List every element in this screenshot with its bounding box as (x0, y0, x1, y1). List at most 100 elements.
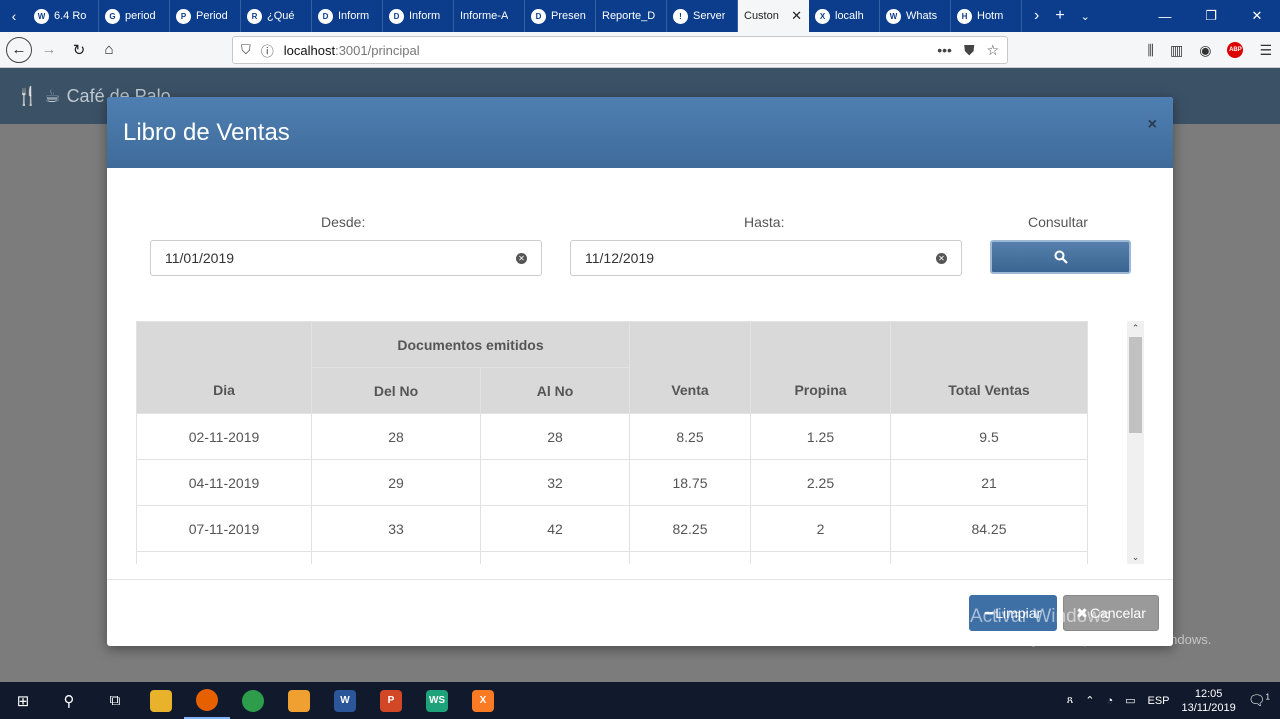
tab-label: 6.4 Ro (54, 10, 87, 22)
browser-tab[interactable]: Custon ✕ (738, 0, 809, 32)
pocket-icon[interactable]: ⛊ (964, 42, 975, 59)
paint-icon[interactable] (276, 682, 322, 719)
header-dia[interactable]: Dia (136, 321, 312, 414)
clear-hasta-icon[interactable]: ✕ (936, 252, 947, 264)
browser-tab[interactable]: W Whats (880, 0, 951, 32)
notifications-icon[interactable]: 🗨1 (1248, 692, 1270, 709)
tab-label: period (125, 10, 156, 22)
tab-scroll-left-icon[interactable]: ‹ (0, 0, 28, 32)
back-icon[interactable]: ← (6, 36, 32, 63)
coffee-icon: ☕ (44, 86, 61, 106)
people-icon[interactable]: ጸ (1067, 694, 1073, 707)
webstorm-icon[interactable]: WS (414, 682, 460, 719)
task-view-icon[interactable]: ⧉ (92, 682, 138, 719)
browser-nav-bar: ← → ↻ ⌂ ⛉ ⓘ localhost:3001/principal •••… (0, 32, 1280, 68)
cell-dia: 04-11-2019 (136, 459, 312, 506)
tab-label: Reporte_D (602, 10, 656, 22)
chrome-icon[interactable] (230, 682, 276, 719)
table-row: 04-11-2019 29 32 18.75 2.25 21 (136, 459, 1088, 506)
wifi-icon[interactable]: ◔ (1106, 695, 1113, 707)
browser-tab[interactable]: Informe-A (454, 0, 525, 32)
info-icon[interactable]: ⓘ (261, 41, 274, 60)
tab-list-chevron-icon[interactable]: ⌄ (1081, 10, 1090, 23)
browser-tab[interactable]: H Hotm (951, 0, 1022, 32)
google-icon: G (105, 8, 120, 24)
account-icon[interactable]: ◉ (1199, 42, 1211, 59)
battery-icon[interactable]: ▭ (1125, 694, 1135, 707)
firefox-icon[interactable] (184, 682, 230, 719)
close-window-icon[interactable]: ✕ (1234, 8, 1280, 24)
browser-tab[interactable]: P Period (170, 0, 241, 32)
url-host: localhost (283, 42, 336, 58)
search-button[interactable] (990, 240, 1131, 274)
hasta-date-value: 11/12/2019 (585, 250, 655, 266)
browser-tab[interactable]: D Inform (383, 0, 454, 32)
browser-tab-bar: ‹ W 6.4 Ro Gperiod P Period R ¿Qué D Inform D Info… (0, 0, 1280, 32)
header-documentos-emitidos: Documentos emitidos (311, 321, 630, 368)
header-total-ventas[interactable]: Total Ventas (890, 321, 1088, 414)
sales-table-container[interactable]: Dia Documentos emitidos Venta Propina To… (136, 321, 1144, 564)
cell-venta: 18.75 (629, 459, 751, 506)
url-path: :3001/principal (335, 42, 420, 58)
desde-date-input[interactable]: 11/01/2019 ✕ (150, 240, 542, 276)
header-del-no[interactable]: Del No (311, 367, 481, 414)
scroll-down-icon[interactable]: ⌄ (1127, 550, 1144, 564)
menu-icon[interactable]: ☰ (1259, 42, 1272, 59)
r-icon: R (247, 8, 262, 24)
sidebar-icon[interactable]: ▥ (1170, 42, 1183, 59)
browser-tab[interactable]: Reporte_D (596, 0, 667, 32)
restaurant-icon: 🍴 (16, 86, 39, 106)
document-icon: D (389, 8, 404, 24)
scroll-up-icon[interactable]: ⌃ (1127, 321, 1144, 335)
tray-chevron-icon[interactable]: ⌃ (1085, 694, 1094, 707)
table-scrollbar[interactable]: ⌃ ⌄ (1127, 321, 1144, 564)
clock-time: 12:05 (1194, 687, 1223, 700)
home-icon[interactable]: ⌂ (96, 37, 122, 63)
scrollbar-thumb[interactable] (1129, 337, 1142, 433)
tab-scroll-right-icon[interactable]: › (1034, 7, 1039, 25)
clear-desde-icon[interactable]: ✕ (516, 252, 527, 264)
browser-tab[interactable]: W 6.4 Ro (28, 0, 99, 32)
clock[interactable]: 12:05 13/11/2019 (1182, 687, 1236, 715)
minimize-icon[interactable]: — (1142, 9, 1188, 24)
new-tab-icon[interactable]: + (1055, 7, 1064, 25)
forward-icon[interactable]: → (36, 37, 62, 63)
powerpoint-icon[interactable]: P (368, 682, 414, 719)
hasta-date-input[interactable]: 11/12/2019 ✕ (570, 240, 962, 276)
consultar-label: Consultar (1028, 214, 1088, 230)
reload-icon[interactable]: ↻ (66, 37, 92, 63)
browser-tab[interactable]: D Inform (312, 0, 383, 32)
browser-tab[interactable]: Xlocalh (809, 0, 880, 32)
browser-tab[interactable]: D Presen (525, 0, 596, 32)
shield-icon[interactable]: ⛉ (241, 42, 251, 58)
word-icon[interactable]: W (322, 682, 368, 719)
search-taskbar-icon[interactable]: ⚲ (46, 682, 92, 719)
modal-footer-divider (107, 579, 1173, 580)
header-venta[interactable]: Venta (629, 321, 751, 414)
header-propina[interactable]: Propina (750, 321, 891, 414)
browser-tab[interactable]: ! Server (667, 0, 738, 32)
tab-actions: › + ⌄ (1022, 0, 1090, 32)
restore-icon[interactable]: ❐ (1188, 8, 1234, 24)
toolbar-right: ⫼ ▥ ◉ ABP ☰ (1148, 32, 1272, 68)
cell-total: 21 (890, 459, 1088, 506)
language-indicator[interactable]: ESP (1148, 695, 1170, 707)
header-al-no[interactable]: Al No (480, 367, 630, 414)
browser-tab[interactable]: Gperiod (99, 0, 170, 32)
tab-label: Informe-A (460, 10, 509, 22)
xampp-icon: X (815, 8, 830, 24)
tab-label: localh (835, 10, 864, 22)
library-icon[interactable]: ⫼ (1148, 42, 1154, 59)
modal-close-icon[interactable]: × (1148, 116, 1157, 134)
file-explorer-icon[interactable] (138, 682, 184, 719)
url-bar[interactable]: ⛉ ⓘ localhost:3001/principal ••• ⛊ ☆ (232, 36, 1008, 64)
page-actions-icon[interactable]: ••• (937, 42, 952, 59)
notifications-count: 1 (1265, 692, 1270, 702)
browser-tab[interactable]: R ¿Qué (241, 0, 312, 32)
adblock-icon[interactable]: ABP (1227, 42, 1244, 58)
clock-date: 13/11/2019 (1181, 701, 1236, 714)
bookmark-star-icon[interactable]: ☆ (986, 42, 999, 59)
windows-start-icon[interactable]: ⊞ (0, 682, 46, 719)
close-tab-icon[interactable]: ✕ (791, 8, 802, 24)
xampp-icon[interactable]: X (460, 682, 506, 719)
